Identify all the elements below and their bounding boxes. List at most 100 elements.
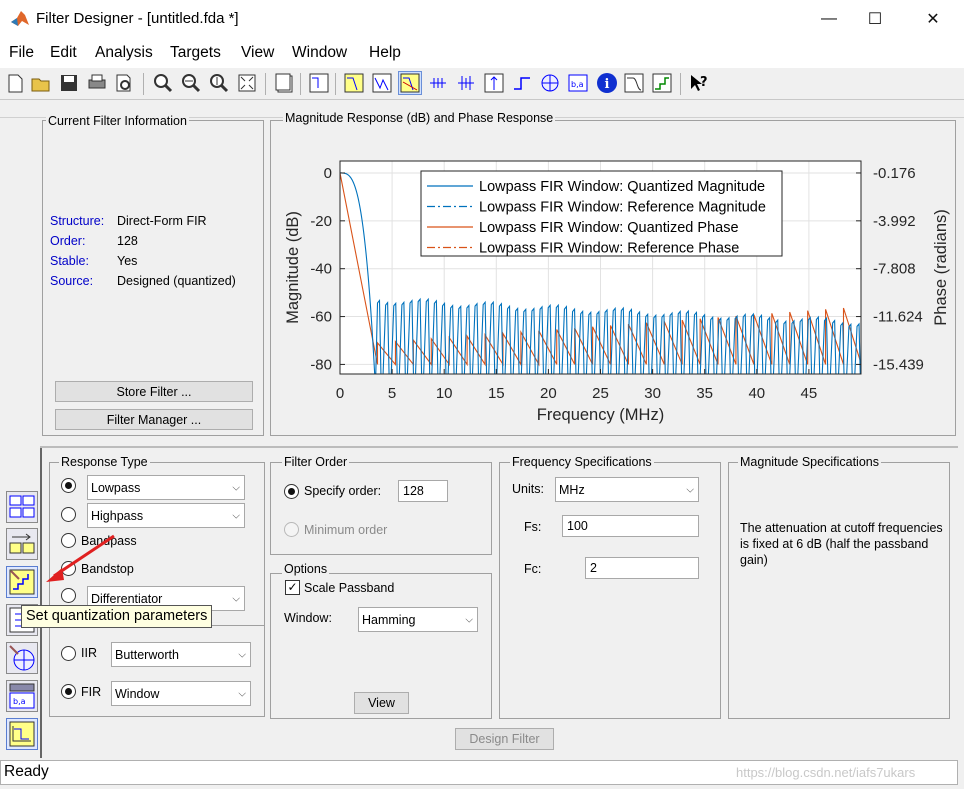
fs-input[interactable]: 100 — [562, 515, 699, 537]
print-preview-icon[interactable] — [113, 72, 135, 94]
iir-label: IIR — [81, 646, 97, 660]
phase-delay-icon[interactable] — [455, 72, 477, 94]
y-tick-label: -60 — [310, 309, 332, 326]
x-tick-label: 10 — [436, 385, 453, 402]
specify-order-radio[interactable] — [284, 484, 299, 499]
iir-radio[interactable] — [61, 646, 76, 661]
menu-window[interactable]: Window — [292, 44, 347, 62]
x-tick-label: 15 — [488, 385, 505, 402]
order-input[interactable]: 128 — [398, 480, 448, 502]
print-icon[interactable] — [86, 72, 108, 94]
transform-filter-icon[interactable] — [6, 491, 38, 523]
zoom-y-icon[interactable] — [208, 72, 230, 94]
window-label: Window: — [284, 611, 332, 625]
information-icon[interactable]: i — [596, 72, 618, 94]
coefficients-icon[interactable]: b,a — [567, 72, 589, 94]
lowpass-radio[interactable] — [61, 478, 76, 493]
magnitude-phase-icon[interactable] — [398, 71, 422, 95]
round-off-noise-icon[interactable] — [651, 72, 673, 94]
magnitude-specs-title: Magnitude Specifications — [738, 455, 881, 469]
highpass-select[interactable]: Highpass ⌵ — [87, 503, 245, 528]
close-button[interactable]: ✕ — [910, 0, 956, 38]
fc-input[interactable]: 2 — [585, 557, 699, 579]
menu-edit[interactable]: Edit — [50, 44, 77, 62]
minimum-order-radio[interactable] — [284, 522, 299, 537]
menu-file[interactable]: File — [9, 44, 34, 62]
save-icon[interactable] — [58, 72, 80, 94]
set-quantization-icon[interactable] — [6, 566, 38, 598]
new-figure-icon[interactable] — [273, 72, 295, 94]
structure-value: Direct-Form FIR — [117, 214, 207, 228]
lowpass-select[interactable]: Lowpass ⌵ — [87, 475, 245, 500]
units-select[interactable]: MHz ⌵ — [555, 477, 699, 502]
design-filter-icon[interactable] — [6, 718, 38, 750]
zoom-in-icon[interactable] — [152, 72, 174, 94]
response-chart[interactable]: 0 -20 -40 -60 -80 -0.176 -3.992 -7.808 -11.624 -1… — [271, 130, 955, 435]
response-type-title: Response Type — [59, 455, 150, 469]
legend-label: Lowpass FIR Window: Quantized Magnitude — [479, 179, 765, 195]
differentiator-radio[interactable] — [61, 588, 76, 603]
highpass-radio[interactable] — [61, 507, 76, 522]
step-response-icon[interactable] — [511, 72, 533, 94]
y2-tick-label: -15.439 — [873, 356, 924, 373]
plot-panel-title: Magnitude Response (dB) and Phase Respon… — [283, 111, 556, 125]
whats-this-icon[interactable]: ? — [688, 72, 710, 94]
legend-label: Lowpass FIR Window: Reference Magnitude — [479, 200, 766, 216]
window-title: Filter Designer - [untitled.fda *] — [36, 10, 239, 27]
watermark: https://blog.csdn.net/iafs7ukars — [736, 765, 916, 780]
store-filter-button[interactable]: Store Filter ... — [55, 381, 253, 402]
cost-icon[interactable] — [623, 72, 645, 94]
source-label: Source: — [50, 274, 94, 288]
import-filter-icon[interactable]: b,a — [6, 680, 38, 712]
maximize-button[interactable]: ☐ — [852, 0, 898, 38]
frequency-specs-title: Frequency Specifications — [510, 455, 654, 469]
zoom-x-icon[interactable] — [180, 72, 202, 94]
quantization-tooltip: Set quantization parameters — [21, 605, 213, 628]
iir-method-select[interactable]: Butterworth ⌵ — [111, 642, 251, 667]
menu-help[interactable]: Help — [369, 44, 401, 62]
x-tick-label: 40 — [748, 385, 765, 402]
fir-method-select[interactable]: Window ⌵ — [111, 681, 251, 706]
pole-zero-editor-icon[interactable] — [6, 642, 38, 674]
group-delay-icon[interactable] — [427, 72, 449, 94]
y2-tick-label: -3.992 — [873, 213, 916, 230]
design-filter-button[interactable]: Design Filter — [455, 728, 554, 750]
full-view-analysis-icon[interactable] — [308, 72, 330, 94]
menu-view[interactable]: View — [241, 44, 274, 62]
matlab-logo-icon — [10, 9, 30, 29]
open-icon[interactable] — [30, 72, 52, 94]
y2-tick-label: -0.176 — [873, 165, 916, 182]
impulse-response-icon[interactable] — [483, 72, 505, 94]
full-view-icon[interactable] — [236, 72, 258, 94]
menu-analysis[interactable]: Analysis — [95, 44, 153, 62]
fir-radio[interactable] — [61, 684, 76, 699]
stable-label: Stable: — [50, 254, 89, 268]
sidebar-divider — [40, 448, 42, 758]
magnitude-response-icon[interactable] — [343, 72, 365, 94]
y-tick-label: -40 — [310, 261, 332, 278]
legend-label: Lowpass FIR Window: Reference Phase — [479, 241, 739, 257]
scale-passband-checkbox[interactable]: ✓ — [285, 580, 300, 595]
minimize-button[interactable]: — — [806, 0, 852, 38]
order-label: Order: — [50, 234, 86, 248]
structure-label: Structure: — [50, 214, 105, 228]
x-tick-label: 25 — [592, 385, 609, 402]
svg-text:?: ? — [700, 75, 708, 90]
window-select[interactable]: Hamming ⌵ — [358, 607, 478, 632]
units-label: Units: — [512, 482, 544, 496]
menu-targets[interactable]: Targets — [170, 44, 221, 62]
menu-bar: File Edit Analysis Targets View Window H… — [0, 38, 964, 68]
svg-text:b,a: b,a — [571, 80, 584, 89]
pole-zero-icon[interactable] — [539, 72, 561, 94]
phase-response-icon[interactable] — [371, 72, 393, 94]
filter-manager-button[interactable]: Filter Manager ... — [55, 409, 253, 430]
fs-label: Fs: — [524, 520, 542, 534]
y2-tick-label: -7.808 — [873, 261, 916, 278]
minimum-order-label: Minimum order — [304, 523, 388, 537]
create-multirate-icon[interactable] — [6, 528, 38, 560]
fc-label: Fc: — [524, 562, 542, 576]
filter-order-title: Filter Order — [282, 455, 350, 469]
view-window-button[interactable]: View — [354, 692, 409, 714]
new-icon[interactable] — [4, 72, 26, 94]
options-title: Options — [282, 562, 330, 576]
